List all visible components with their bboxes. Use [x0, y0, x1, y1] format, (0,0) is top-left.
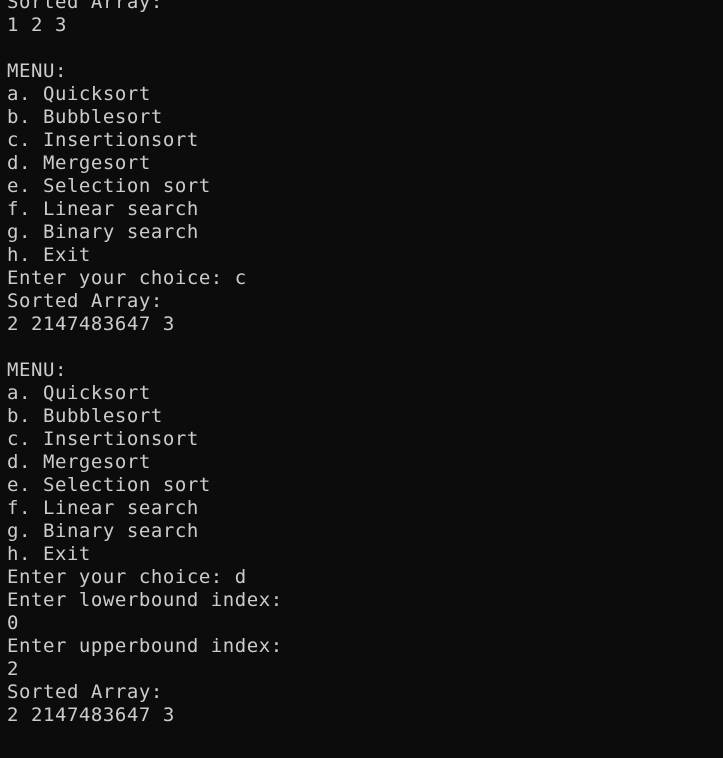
- menu-heading: MENU:: [7, 60, 67, 82]
- terminal-output[interactable]: Sorted Array: 1 2 3 MENU: a. Quicksort b…: [0, 0, 723, 758]
- upperbound-input-echo: 2: [7, 658, 19, 680]
- output-line: 2 2147483647 3: [7, 704, 175, 726]
- menu-option-selection-sort: e. Selection sort: [7, 474, 211, 496]
- output-line: Sorted Array:: [7, 0, 163, 13]
- menu-option-insertionsort: c. Insertionsort: [7, 129, 199, 151]
- upperbound-prompt: Enter upperbound index:: [7, 635, 283, 657]
- menu-option-bubblesort: b. Bubblesort: [7, 106, 163, 128]
- lowerbound-prompt: Enter lowerbound index:: [7, 589, 283, 611]
- menu-option-mergesort: d. Mergesort: [7, 451, 151, 473]
- output-line: 1 2 3: [7, 14, 67, 36]
- choice-prompt: Enter your choice: d: [7, 566, 247, 588]
- menu-option-mergesort: d. Mergesort: [7, 152, 151, 174]
- menu-option-linear-search: f. Linear search: [7, 497, 199, 519]
- menu-option-linear-search: f. Linear search: [7, 198, 199, 220]
- menu-option-selection-sort: e. Selection sort: [7, 175, 211, 197]
- menu-option-quicksort: a. Quicksort: [7, 83, 151, 105]
- menu-option-exit: h. Exit: [7, 543, 91, 565]
- menu-option-binary-search: g. Binary search: [7, 520, 199, 542]
- output-line: 2 2147483647 3: [7, 313, 175, 335]
- lowerbound-input-echo: 0: [7, 612, 19, 634]
- menu-option-binary-search: g. Binary search: [7, 221, 199, 243]
- menu-option-insertionsort: c. Insertionsort: [7, 428, 199, 450]
- choice-prompt: Enter your choice: c: [7, 267, 247, 289]
- output-line: Sorted Array:: [7, 290, 163, 312]
- output-line: Sorted Array:: [7, 681, 163, 703]
- menu-option-bubblesort: b. Bubblesort: [7, 405, 163, 427]
- menu-option-exit: h. Exit: [7, 244, 91, 266]
- menu-option-quicksort: a. Quicksort: [7, 382, 151, 404]
- menu-heading: MENU:: [7, 359, 67, 381]
